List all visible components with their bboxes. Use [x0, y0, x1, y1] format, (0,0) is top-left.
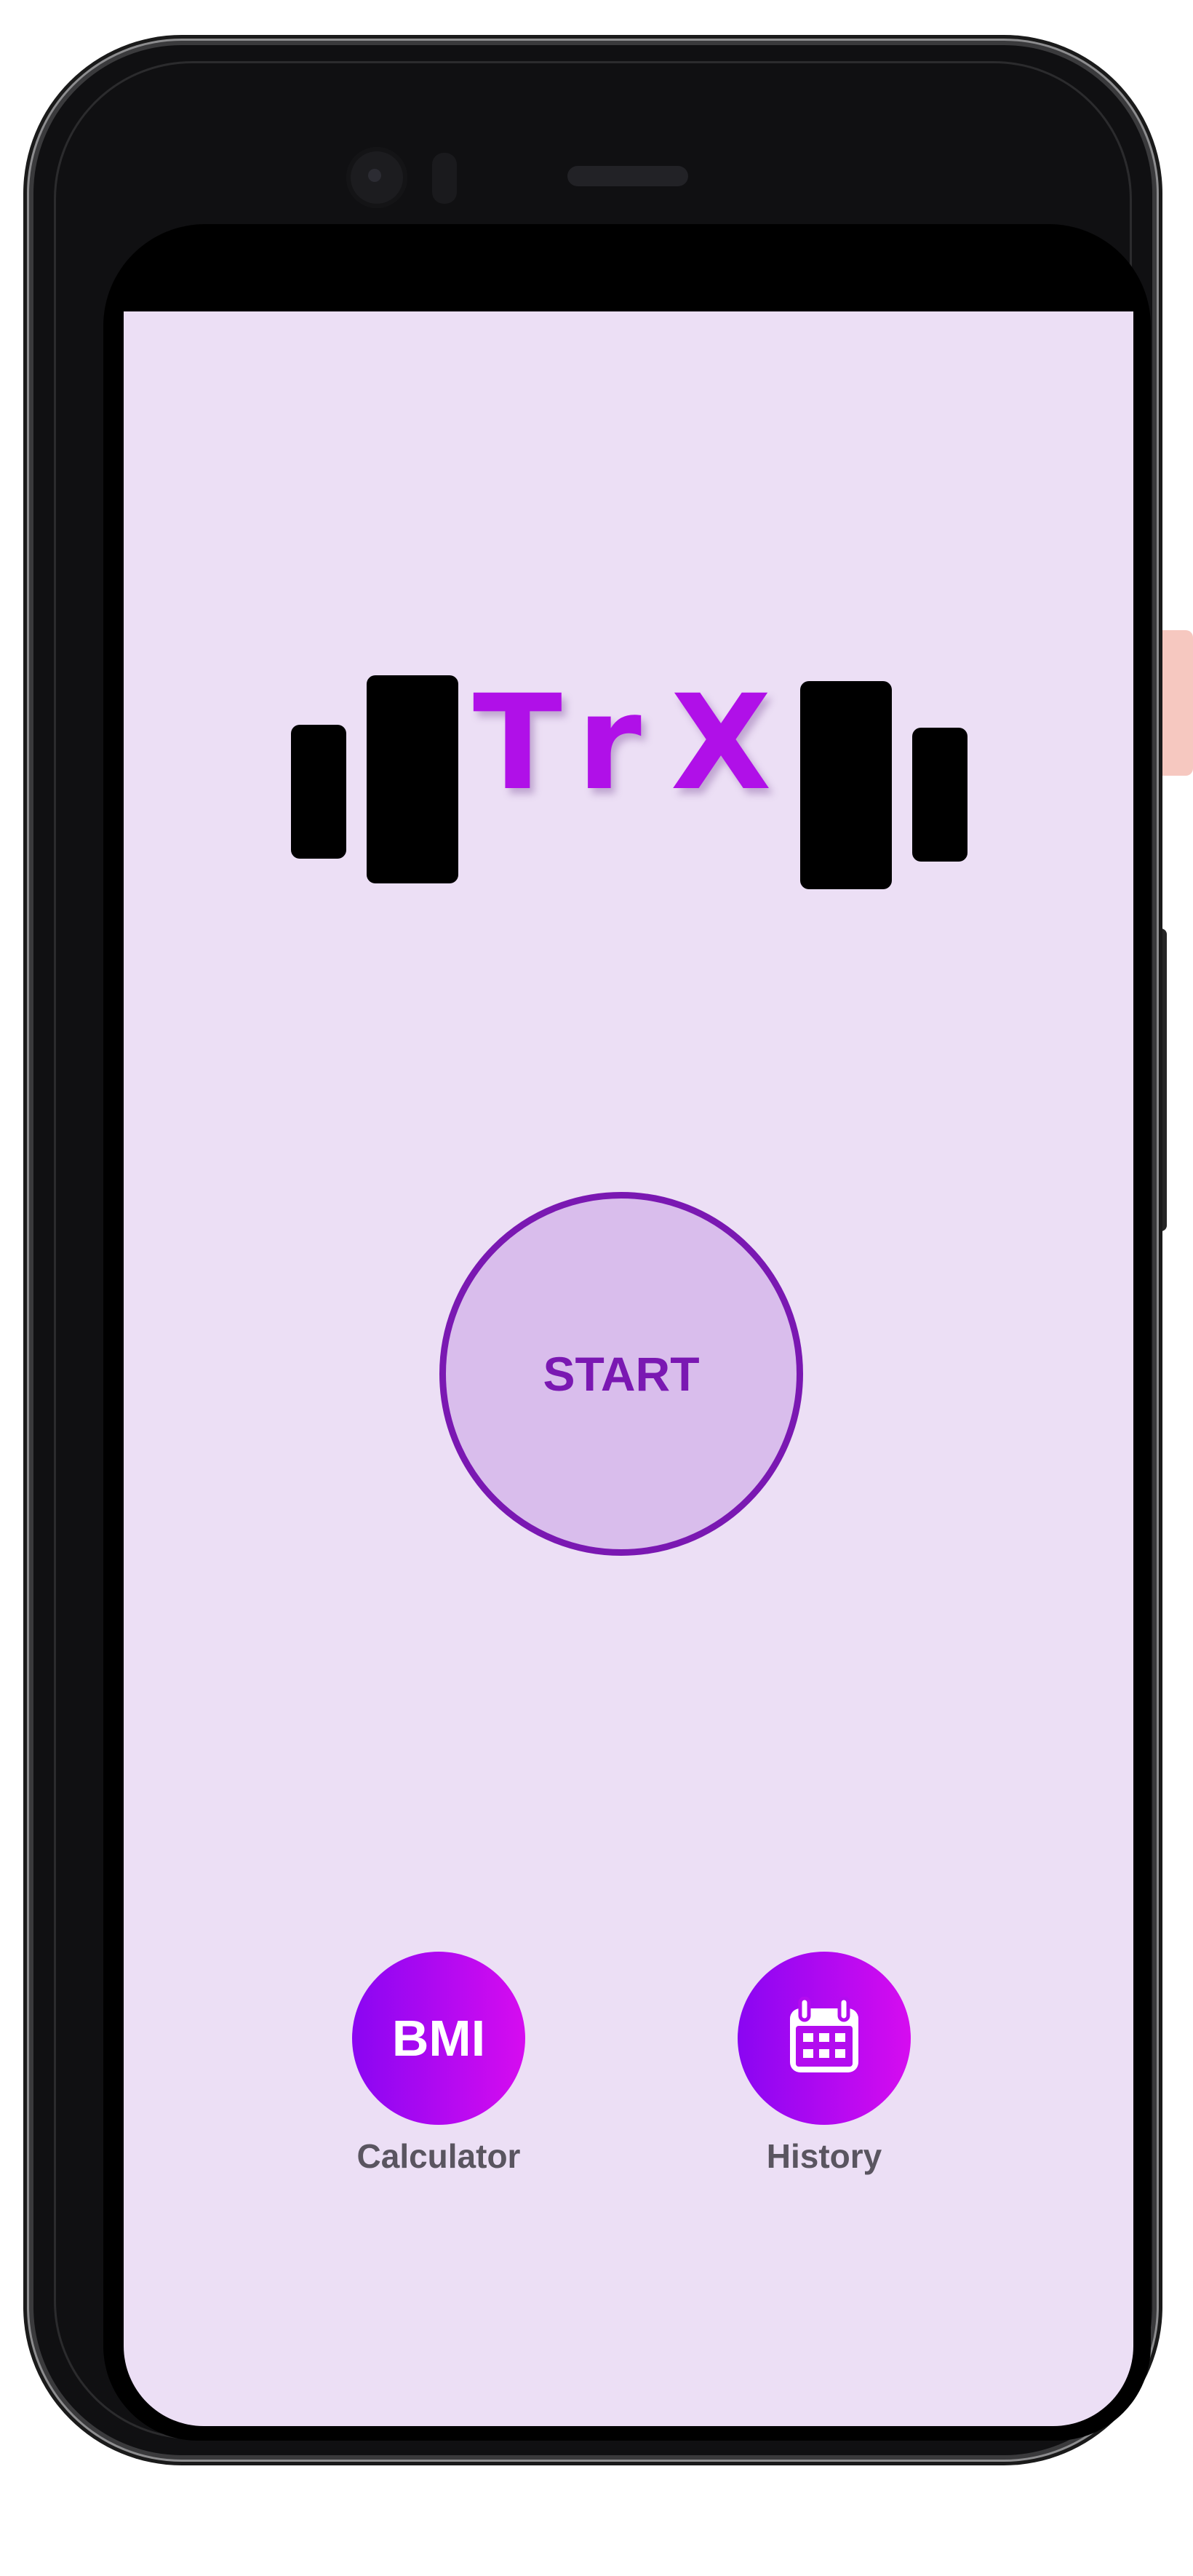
dumbbell-plate-left-outer	[291, 725, 346, 859]
bmi-button-label: BMI	[391, 2010, 486, 2067]
history-caption: History	[766, 2137, 882, 2175]
dumbbell-plate-right-outer	[912, 728, 967, 862]
bmi-caption: Calculator	[356, 2137, 521, 2175]
start-button-label: START	[543, 1347, 700, 1401]
phone-frame: TrX START BMI Calculator History	[29, 41, 1157, 2460]
device-stage: TrX START BMI Calculator History	[0, 0, 1193, 2576]
logo-text: TrX	[473, 667, 801, 819]
app-screen: TrX START BMI Calculator History	[124, 311, 1133, 2426]
dumbbell-plate-right-inner	[800, 681, 892, 889]
front-camera-icon	[346, 147, 407, 208]
history-button[interactable]	[738, 1952, 911, 2125]
dumbbell-plate-left-inner	[367, 675, 458, 883]
sensor-icon	[432, 153, 457, 204]
start-button[interactable]: START	[439, 1192, 803, 1556]
earpiece-speaker	[567, 166, 688, 186]
calendar-icon	[784, 1996, 864, 2080]
screen-frame: TrX START BMI Calculator History	[103, 224, 1151, 2441]
bmi-calculator-button[interactable]: BMI	[352, 1952, 525, 2125]
volume-button	[1154, 630, 1193, 776]
